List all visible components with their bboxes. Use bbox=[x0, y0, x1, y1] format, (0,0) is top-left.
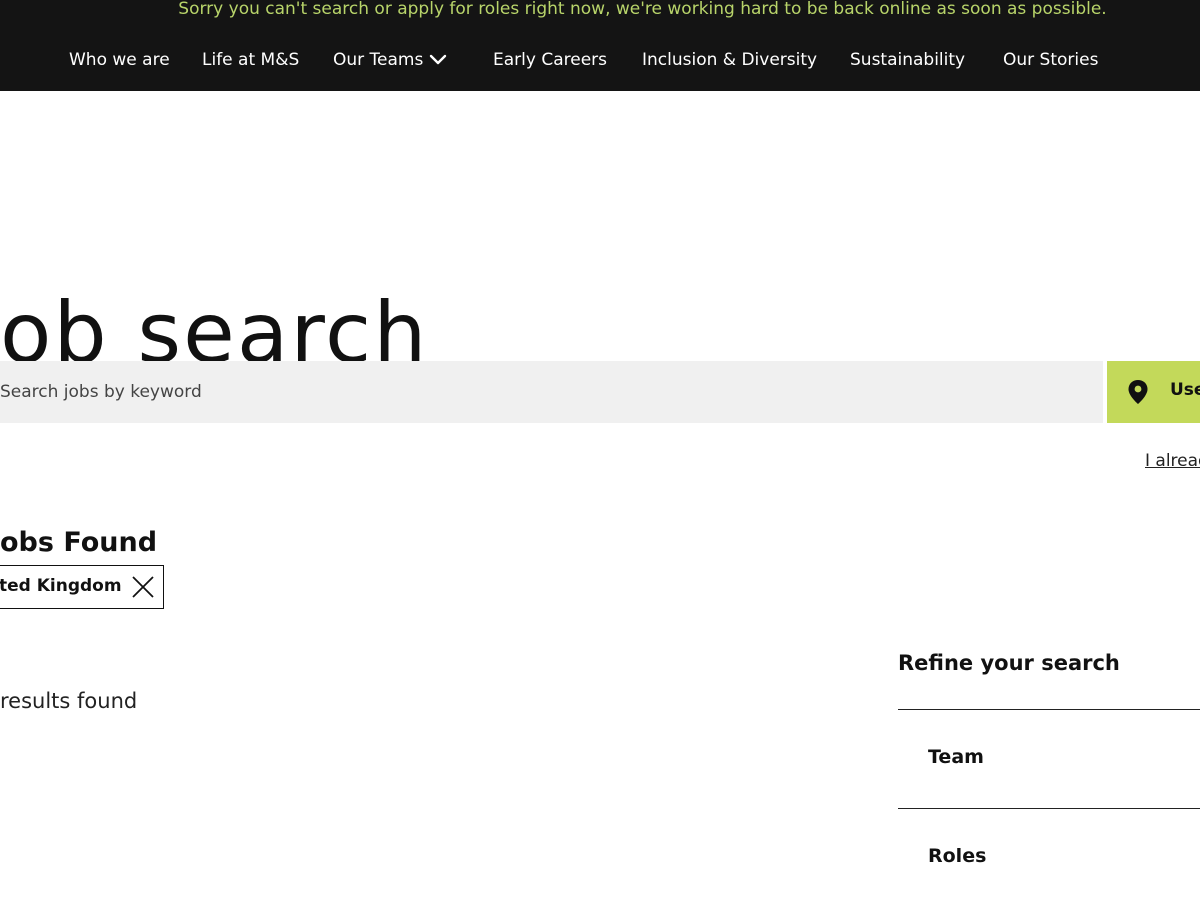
jobs-found-heading: obs Found bbox=[0, 527, 158, 559]
use-location-button[interactable]: Use bbox=[1107, 361, 1200, 423]
nav-item-who-we-are[interactable]: Who we are bbox=[69, 48, 170, 72]
nav-item-early-careers[interactable]: Early Careers bbox=[493, 48, 607, 72]
active-filter-chip[interactable]: ted Kingdom bbox=[0, 565, 164, 609]
keyword-search-input[interactable] bbox=[0, 361, 1090, 423]
nav-item-life-at-ms[interactable]: Life at M&S bbox=[202, 48, 299, 72]
nav-item-sustainability[interactable]: Sustainability bbox=[850, 48, 965, 72]
map-pin-icon bbox=[1128, 380, 1148, 404]
service-outage-banner: Sorry you can't search or apply for role… bbox=[178, 0, 1107, 19]
close-icon[interactable] bbox=[132, 576, 154, 598]
chevron-down-icon bbox=[430, 54, 447, 64]
nav-item-our-teams[interactable]: Our Teams bbox=[333, 48, 447, 72]
already-applied-link[interactable]: I alread bbox=[1145, 451, 1200, 471]
nav-item-inclusion-diversity[interactable]: Inclusion & Diversity bbox=[642, 48, 817, 72]
use-location-label: Use bbox=[1170, 380, 1200, 400]
main-navigation: Who we are Life at M&S Our Teams Early C… bbox=[0, 48, 1200, 74]
active-filter-label: ted Kingdom bbox=[0, 576, 122, 596]
top-bar: Sorry you can't search or apply for role… bbox=[0, 0, 1200, 91]
facet-roles-label: Roles bbox=[928, 845, 987, 867]
nav-item-our-stories[interactable]: Our Stories bbox=[1003, 48, 1098, 72]
facet-roles[interactable]: Roles bbox=[898, 809, 1200, 907]
nav-item-our-teams-label: Our Teams bbox=[333, 50, 424, 70]
keyword-search-box bbox=[0, 361, 1103, 423]
refine-search-heading: Refine your search bbox=[898, 651, 1120, 675]
facet-team-label: Team bbox=[928, 746, 984, 768]
facet-team[interactable]: Team bbox=[898, 710, 1200, 808]
results-count: results found bbox=[0, 689, 138, 713]
